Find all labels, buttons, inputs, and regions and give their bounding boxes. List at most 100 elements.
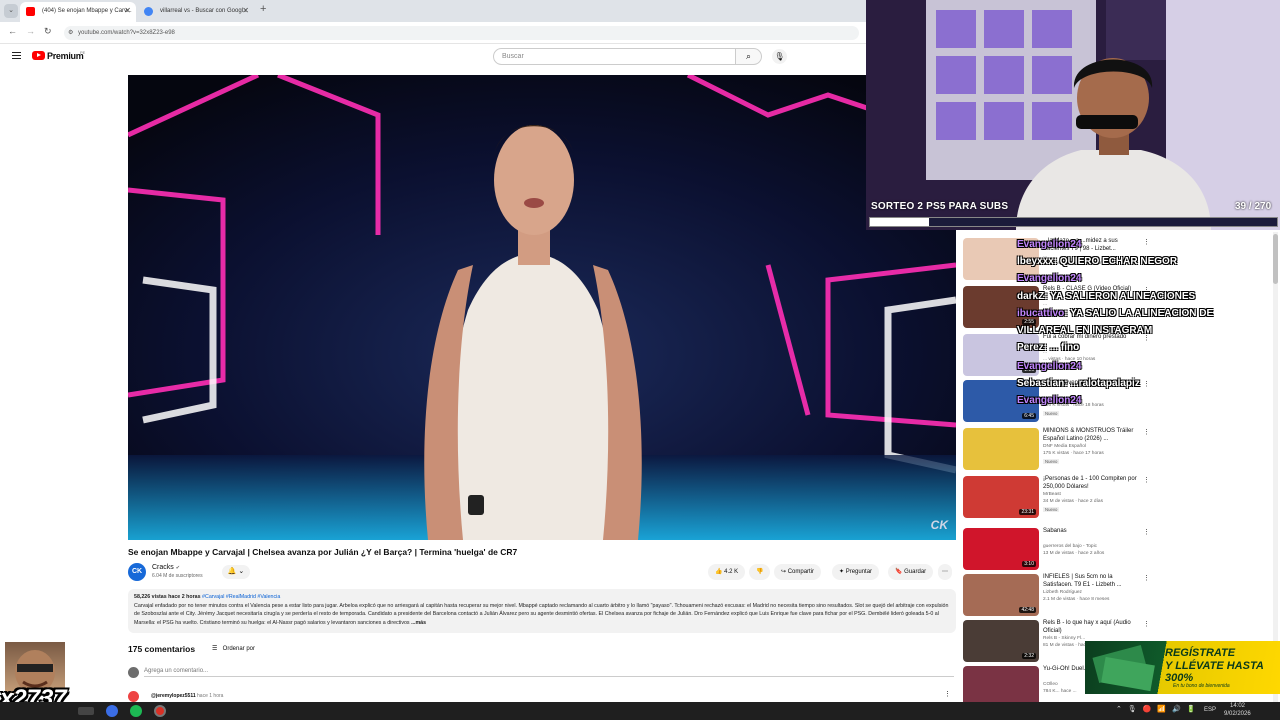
chat-username: Evangelion24 — [1017, 273, 1082, 284]
ad-line-2: Y LLÉVATE HASTA 300% — [1165, 660, 1264, 684]
new-tab-icon[interactable]: + — [260, 3, 266, 15]
address-bar-row: ← → ↻ ⚙ youtube.com/watch?v=32x8Z23-e98 — [0, 22, 866, 44]
notification-bell-button[interactable]: 🔔 ⌄ — [222, 565, 250, 579]
more-options-icon[interactable]: ⋮ — [1143, 528, 1150, 536]
more-options-icon[interactable]: ⋮ — [1143, 380, 1150, 388]
recommended-title[interactable]: MINIONS & MONSTRUOS Tráiler Español Lati… — [1043, 428, 1139, 443]
input-language[interactable]: ESP — [1204, 707, 1216, 713]
video-thumbnail[interactable] — [963, 428, 1039, 470]
video-thumbnail[interactable]: 23:31 — [963, 476, 1039, 518]
streamer-webcam — [866, 0, 1280, 230]
recommended-title[interactable]: Rels B - lo que hay x aquí (Audio Oficia… — [1043, 620, 1139, 635]
new-badge: Nuevo — [1043, 459, 1060, 464]
recommended-channel[interactable]: Lizbeth Rodríguez — [1043, 590, 1082, 595]
forward-icon[interactable]: → — [26, 26, 35, 36]
chat-text: darkZ: YA SALIERON ALINEACIONES — [1017, 291, 1196, 302]
ask-button[interactable]: ✦ Preguntar — [832, 564, 880, 580]
video-player[interactable]: CK — [128, 75, 956, 540]
video-description[interactable]: 58,226 vistas hace 2 horas #Carvajal #Re… — [128, 589, 956, 633]
more-actions-button[interactable]: ⋯ — [938, 564, 952, 580]
recommended-video[interactable]: 1:16 Fui a cobrar mi dinero prestado.....… — [963, 334, 1150, 380]
channel-avatar[interactable]: CK — [128, 563, 146, 581]
channel-name[interactable]: Cracks ✔ — [152, 564, 180, 571]
more-options-icon[interactable]: ⋮ — [1143, 620, 1150, 628]
chat-text: : YA SALIO LA ALINEACION DE — [1064, 308, 1214, 319]
chat-message: Sebastian: ...ralotapalapiz — [1017, 378, 1140, 389]
comment-username[interactable]: @jeremylopez5511 — [151, 693, 196, 699]
sort-label: Ordenar por — [222, 646, 256, 652]
recommended-video[interactable]: 23:31 ¡Personas de 1 - 100 Compiten por 2… — [963, 476, 1150, 522]
sidebar-scrollbar[interactable] — [1273, 232, 1278, 702]
comment-more-icon[interactable]: ⋮ — [944, 690, 951, 698]
windows-taskbar: ⌃ 🎙 🔴 📶 🔊 🔋 ESP 14:02 9/02/2026 — [0, 702, 1280, 720]
spotify-icon[interactable] — [130, 705, 142, 717]
brand-region: PE — [80, 50, 86, 55]
youtube-logo-icon[interactable] — [32, 51, 45, 60]
dislike-button[interactable]: 👎 — [749, 564, 771, 580]
tab-search-icon[interactable]: ⌄ — [4, 4, 18, 18]
description-text: Carvajal enfadado por no tener minutos c… — [134, 602, 949, 626]
video-thumbnail[interactable] — [963, 666, 1039, 702]
recommended-title[interactable]: INFIELES | Sus 5cm no la Satisfacen. T9 … — [1043, 574, 1139, 589]
video-duration: 42:48 — [1019, 607, 1036, 613]
sponsor-ad-banner[interactable]: REGÍSTRATE Y LLÉVATE HASTA 300% En tu bo… — [1085, 641, 1280, 694]
description-more-link[interactable]: ...más — [411, 620, 426, 626]
bookmark-icon: 🔖 — [895, 569, 903, 575]
recommended-channel[interactable]: DNF Media Español — [1043, 444, 1086, 449]
tab-google[interactable]: villarreal vs - Buscar con Googl... ✕ — [138, 2, 254, 22]
video-thumbnail[interactable]: 42:48 — [963, 574, 1039, 616]
recommended-channel[interactable]: COlleo — [1043, 682, 1058, 687]
search-input[interactable]: Buscar — [493, 48, 736, 65]
clock-date[interactable]: 9/02/2026 — [1224, 711, 1251, 717]
add-comment-input[interactable]: Agrega un comentario... — [144, 668, 954, 677]
clock-time[interactable]: 14:02 — [1230, 703, 1245, 709]
recommended-video[interactable]: MINIONS & MONSTRUOS Tráiler Español Lati… — [963, 428, 1150, 474]
recommended-channel[interactable]: MrBeast — [1043, 492, 1061, 497]
more-options-icon[interactable]: ⋮ — [1143, 476, 1150, 484]
recommended-channel[interactable]: Rels B - Skinny Fl... — [1043, 636, 1085, 641]
ad-line-1: REGÍSTRATE — [1165, 647, 1236, 659]
close-tab-icon[interactable]: ✕ — [242, 2, 249, 20]
recommended-channel[interactable]: guerreros del bajo - Topic — [1043, 544, 1097, 549]
system-tray[interactable]: ⌃ 🎙 🔴 📶 🔊 🔋 — [1116, 705, 1197, 713]
thumbs-up-icon: 👍 — [715, 569, 723, 575]
save-button[interactable]: 🔖 Guardar — [888, 564, 934, 580]
back-icon[interactable]: ← — [8, 26, 17, 36]
recommended-title[interactable]: ¡Personas de 1 - 100 Compiten por 250,00… — [1043, 476, 1139, 491]
mic-button[interactable]: 🎙 — [772, 49, 787, 64]
chat-message: Evangelion24 — [1017, 239, 1081, 250]
recommended-video[interactable]: 42:48 INFIELES | Sus 5cm no la Satisfacen… — [963, 574, 1150, 620]
chat-message: darkZ: YA SALIERON ALINEACIONES — [1017, 291, 1195, 302]
new-badge: Nuevo — [1043, 507, 1060, 512]
video-thumbnail[interactable]: 3:10 — [963, 528, 1039, 570]
tab-label: villarreal vs - Buscar con Googl... — [160, 8, 249, 14]
more-options-icon[interactable]: ⋮ — [1143, 428, 1150, 436]
share-button[interactable]: ↪ Compartir — [774, 564, 822, 580]
video-thumbnail[interactable]: 2:32 — [963, 620, 1039, 662]
scrollbar-thumb[interactable] — [1273, 234, 1278, 284]
description-tags[interactable]: #Carvajal #RealMadrid #Valencia — [202, 594, 280, 600]
search-button[interactable]: ⌕ — [736, 48, 762, 65]
app-icon-1[interactable] — [106, 705, 118, 717]
chat-message: Evangelion24 — [1017, 273, 1081, 284]
more-options-icon[interactable]: ⋮ — [1143, 238, 1150, 246]
close-tab-icon[interactable]: ✕ — [124, 2, 131, 20]
more-options-icon[interactable]: ⋮ — [1143, 574, 1150, 582]
chat-message: lbeyxxx: QUIERO ECHAR NEGOR — [1017, 256, 1177, 267]
site-info-icon[interactable]: ⚙ — [68, 26, 73, 40]
recommended-channel[interactable]: ... — [1043, 302, 1047, 307]
recommended-title[interactable]: Sabanas — [1043, 528, 1139, 536]
menu-icon[interactable] — [12, 52, 21, 59]
like-button[interactable]: 👍 4.2 K — [708, 564, 746, 580]
task-view-icon[interactable] — [78, 707, 94, 715]
tab-youtube[interactable]: (404) Se enojan Mbappe y Carv... ✕ — [20, 2, 136, 22]
comment-avatar[interactable] — [128, 691, 139, 702]
verified-icon: ✔ — [175, 565, 180, 571]
sort-comments-button[interactable]: ☰ Ordenar por — [212, 645, 255, 652]
reload-icon[interactable]: ↻ — [44, 26, 52, 37]
brand-name[interactable]: Premium — [47, 51, 84, 61]
recommended-video[interactable]: 3:10 Sabanas guerreros del bajo - Topic 13 … — [963, 528, 1150, 574]
chrome-icon[interactable] — [154, 705, 166, 717]
comment-author[interactable]: @jeremylopez5511 hace 1 hora — [151, 693, 223, 699]
url-field[interactable]: ⚙ youtube.com/watch?v=32x8Z23-e98 — [64, 26, 859, 40]
